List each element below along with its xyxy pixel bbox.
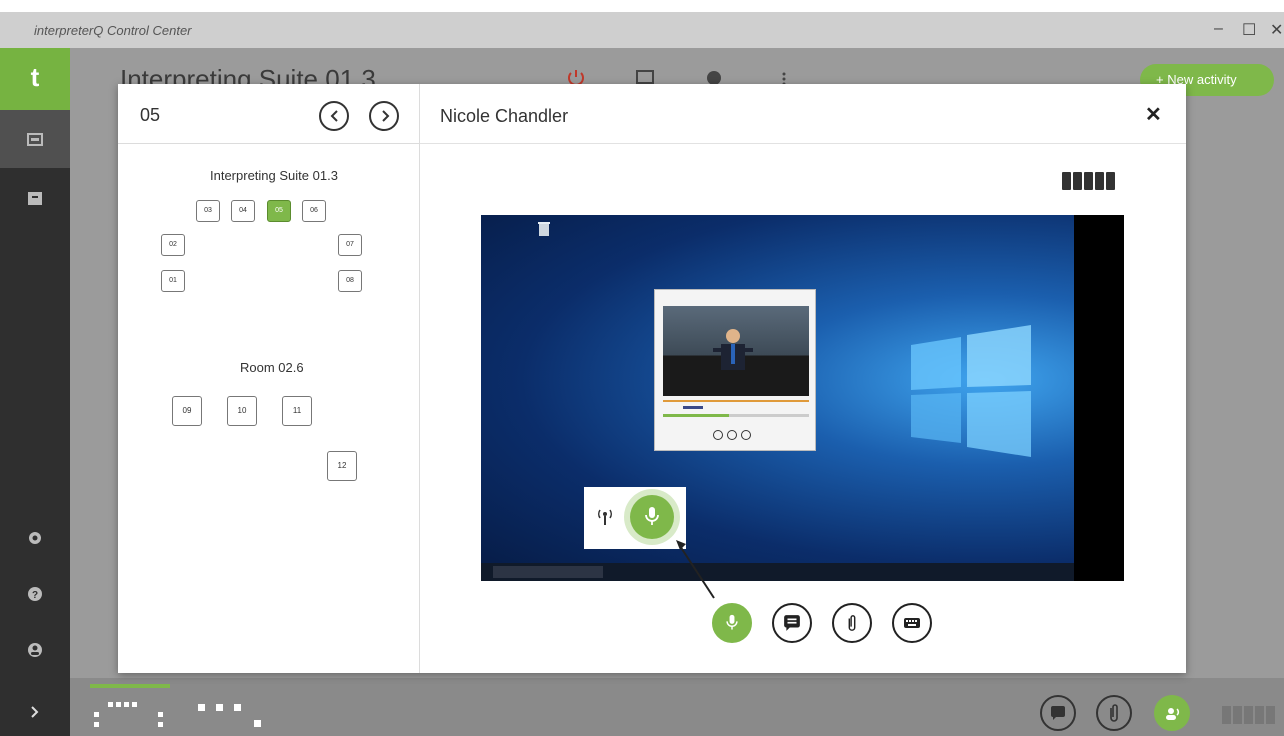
interpreter-header: Nicole Chandler ✕ <box>420 84 1186 144</box>
mic-active-indicator <box>630 495 674 539</box>
pointer-arrow <box>676 540 715 599</box>
speaker-figure <box>713 329 753 370</box>
attachment-button[interactable] <box>832 603 872 643</box>
bottom-group-talk-button[interactable] <box>1154 695 1190 731</box>
sidebar-item-dashboard[interactable] <box>0 110 70 168</box>
remote-search-box <box>493 566 603 578</box>
group-talk-icon <box>1166 708 1180 720</box>
previous-seat-button[interactable] <box>319 101 349 131</box>
level-bar <box>1095 172 1104 190</box>
seat-button[interactable]: 11 <box>282 396 312 426</box>
broadcast-antenna-icon <box>598 509 612 525</box>
recycle-bin-icon <box>538 222 550 236</box>
chevron-right-icon <box>382 110 390 122</box>
minimize-button[interactable]: – <box>1214 20 1223 38</box>
window-titlebar: interpreterQ Control Center – ☐ ✕ <box>0 12 1284 48</box>
level-bar <box>1062 172 1071 190</box>
seat-button[interactable]: 01 <box>161 270 185 292</box>
seat-map-header: 05 <box>118 84 420 144</box>
play-control <box>727 430 737 440</box>
seat-button[interactable]: 07 <box>338 234 362 256</box>
interpreter-view-panel: Nicole Chandler ✕ <box>420 84 1186 673</box>
media-player-window <box>654 289 816 451</box>
help-icon[interactable]: ? <box>27 586 43 602</box>
seat-map-panel: 05 Interpreting Suite 01.3 03 04 05 06 0… <box>118 84 420 673</box>
bottom-attachment-button[interactable] <box>1096 695 1132 731</box>
close-dialog-button[interactable]: ✕ <box>1145 102 1162 127</box>
seat-button-selected[interactable]: 05 <box>267 200 291 222</box>
microphone-icon <box>645 507 659 525</box>
audio-level-meter <box>1062 172 1120 190</box>
audio-waveform <box>663 400 809 409</box>
seat-layout-thumbnail-2-icon[interactable] <box>196 698 268 730</box>
microphone-button[interactable] <box>712 603 752 643</box>
seat-button[interactable]: 06 <box>302 200 326 222</box>
chat-bubble-icon <box>1051 706 1065 720</box>
paperclip-icon <box>848 615 856 631</box>
keyboard-button[interactable] <box>892 603 932 643</box>
keyboard-icon <box>904 618 920 628</box>
audio-level-meter-icon <box>1222 706 1275 724</box>
expand-chevron-icon[interactable] <box>29 706 41 718</box>
windows-logo-glow <box>911 325 1031 457</box>
chevron-left-icon <box>330 110 338 122</box>
settings-gear-icon[interactable] <box>27 530 43 546</box>
seat-button[interactable]: 03 <box>196 200 220 222</box>
mic-status-popup <box>584 487 686 549</box>
sidebar: t ? <box>0 48 70 736</box>
window-title: interpreterQ Control Center <box>34 23 192 38</box>
progress-fill <box>663 414 729 417</box>
chat-bubble-icon <box>784 615 800 631</box>
bottom-chat-button[interactable] <box>1040 695 1076 731</box>
seat-button[interactable]: 09 <box>172 396 202 426</box>
seat-layout-thumbnail-icon[interactable] <box>92 698 172 730</box>
seat-button[interactable]: 12 <box>327 451 357 481</box>
remote-desktop <box>481 215 1074 581</box>
remote-taskbar <box>481 563 1074 581</box>
svg-text:?: ? <box>32 590 38 601</box>
next-seat-button[interactable] <box>369 101 399 131</box>
room-title: Interpreting Suite 01.3 <box>210 168 338 183</box>
level-bar <box>1106 172 1115 190</box>
stop-control <box>741 430 751 440</box>
rewind-control <box>713 430 723 440</box>
chat-button[interactable] <box>772 603 812 643</box>
seat-button[interactable]: 08 <box>338 270 362 292</box>
selected-seat-number: 05 <box>140 105 161 125</box>
interpreter-detail-dialog: 05 Interpreting Suite 01.3 03 04 05 06 0… <box>118 84 1186 673</box>
room-title: Room 02.6 <box>240 360 304 375</box>
level-bar <box>1073 172 1082 190</box>
level-bar <box>1084 172 1093 190</box>
active-tab-indicator <box>90 684 170 688</box>
seat-button[interactable]: 10 <box>227 396 257 426</box>
maximize-button[interactable]: ☐ <box>1242 20 1256 40</box>
monitor-icon <box>27 133 43 146</box>
interpreter-name: Nicole Chandler <box>440 106 569 126</box>
sidebar-item-archive[interactable] <box>0 168 70 226</box>
app-logo[interactable]: t <box>0 48 70 110</box>
close-window-button[interactable]: ✕ <box>1270 20 1283 40</box>
seat-button[interactable]: 04 <box>231 200 255 222</box>
paperclip-icon <box>1110 704 1118 722</box>
archive-icon <box>28 192 42 205</box>
microphone-icon <box>726 614 738 630</box>
user-account-icon[interactable] <box>27 642 43 658</box>
video-frame <box>663 306 809 396</box>
playback-progress <box>663 414 809 417</box>
seat-button[interactable]: 02 <box>161 234 185 256</box>
interpreter-screen-preview[interactable] <box>481 215 1124 581</box>
